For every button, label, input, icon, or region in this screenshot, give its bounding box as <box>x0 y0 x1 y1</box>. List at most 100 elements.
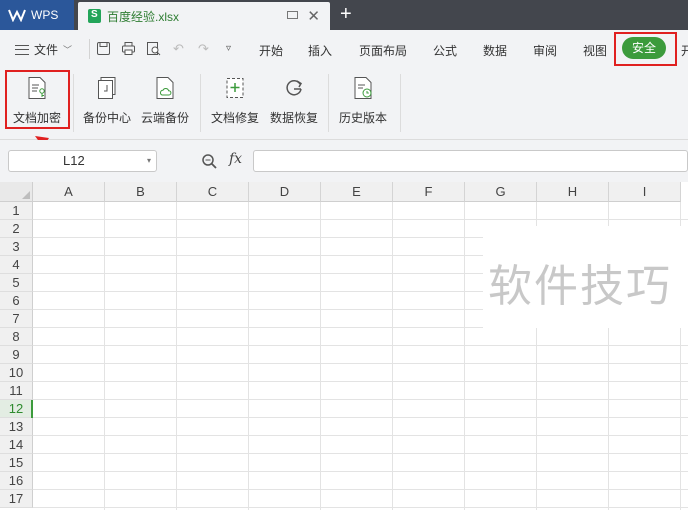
history-version-label: 历史版本 <box>338 111 387 125</box>
row-gridline <box>33 417 688 418</box>
column-header[interactable]: A <box>33 182 105 202</box>
row-header[interactable]: 9 <box>0 346 33 364</box>
wps-home-tab[interactable]: WPS <box>0 0 74 30</box>
row-header[interactable]: 2 <box>0 220 33 238</box>
tab-view[interactable]: 视图 <box>583 42 607 59</box>
close-icon[interactable]: ✕ <box>307 7 320 25</box>
chevron-down-icon: ﹀ <box>63 45 73 55</box>
encrypt-button-highlight-box <box>5 70 70 129</box>
title-bar: WPS 百度经验.xlsx ✕ + <box>0 0 688 30</box>
tab-page-layout[interactable]: 页面布局 <box>359 42 407 59</box>
row-header[interactable]: 14 <box>0 436 33 454</box>
cloud-backup-label: 云端备份 <box>140 111 189 125</box>
cloud-backup-button[interactable]: 云端备份 <box>140 76 190 126</box>
column-header[interactable]: F <box>393 182 465 202</box>
row-gridline <box>33 345 688 346</box>
row-gridline <box>33 363 688 364</box>
dropdown-arrow-icon[interactable]: ▾ <box>147 151 151 171</box>
divider <box>328 74 329 132</box>
row-header[interactable]: 5 <box>0 274 33 292</box>
wps-logo-icon <box>8 9 26 22</box>
wps-tab-label: WPS <box>31 8 59 22</box>
row-gridline <box>33 453 688 454</box>
divider <box>200 74 201 132</box>
tab-formula[interactable]: 公式 <box>433 42 457 59</box>
spreadsheet-icon <box>88 9 101 23</box>
divider <box>73 74 74 132</box>
row-gridline <box>33 507 688 508</box>
customize-dropdown-icon[interactable]: ▿ <box>221 41 236 56</box>
document-tab[interactable]: 百度经验.xlsx ✕ <box>78 2 330 30</box>
column-header[interactable]: C <box>177 182 249 202</box>
divider <box>400 74 401 132</box>
tab-data[interactable]: 数据 <box>483 42 507 59</box>
row-gridline <box>33 489 688 490</box>
column-header[interactable]: H <box>537 182 609 202</box>
row-header[interactable]: 17 <box>0 490 33 508</box>
row-header[interactable]: 13 <box>0 418 33 436</box>
ribbon-toolbar: 文档加密 备份中心 云端备份 文档修复 数据恢复 历史版本 <box>0 68 688 140</box>
tab-insert[interactable]: 插入 <box>308 42 332 59</box>
formula-bar: L12 ▾ fx <box>0 148 688 182</box>
column-header[interactable]: G <box>465 182 537 202</box>
data-recovery-button[interactable]: 数据恢复 <box>268 76 320 126</box>
row-header[interactable]: 12 <box>0 400 33 418</box>
print-preview-icon[interactable] <box>146 41 161 56</box>
backup-center-button[interactable]: 备份中心 <box>82 76 132 126</box>
column-gridline <box>392 202 393 510</box>
backup-center-label: 备份中心 <box>82 111 131 125</box>
save-icon[interactable] <box>96 41 111 56</box>
file-menu-button[interactable]: 文件 ﹀ <box>15 41 72 58</box>
row-header[interactable]: 15 <box>0 454 33 472</box>
row-gridline <box>33 219 688 220</box>
row-header[interactable]: 10 <box>0 364 33 382</box>
backup-icon <box>98 77 116 99</box>
row-header[interactable]: 3 <box>0 238 33 256</box>
select-all-corner[interactable] <box>0 182 33 202</box>
row-header[interactable]: 11 <box>0 382 33 400</box>
cloud-document-icon <box>156 77 174 99</box>
zoom-search-icon[interactable] <box>201 153 217 169</box>
insert-function-icon[interactable]: fx <box>229 151 242 167</box>
tab-review[interactable]: 审阅 <box>533 42 557 59</box>
row-gridline <box>33 381 688 382</box>
name-box[interactable]: L12 ▾ <box>8 150 157 172</box>
data-recovery-label: 数据恢复 <box>269 111 318 125</box>
row-header[interactable]: 6 <box>0 292 33 310</box>
tab-cut-off[interactable]: 开 <box>681 42 688 59</box>
row-header[interactable]: 16 <box>0 472 33 490</box>
column-header[interactable]: E <box>321 182 393 202</box>
watermark-text: 软件技巧 <box>488 261 672 312</box>
row-gridline <box>33 399 688 400</box>
row-gridline <box>33 471 688 472</box>
tab-start[interactable]: 开始 <box>259 42 283 59</box>
cell-reference: L12 <box>63 153 85 168</box>
data-recovery-icon <box>286 80 303 96</box>
print-icon[interactable] <box>121 41 136 56</box>
row-header[interactable]: 1 <box>0 202 33 220</box>
formula-input[interactable] <box>253 150 688 172</box>
column-header[interactable]: D <box>249 182 321 202</box>
toolbar-spacer <box>0 140 688 148</box>
undo-icon[interactable]: ↶ <box>171 41 186 56</box>
divider <box>89 39 90 59</box>
redo-icon[interactable]: ↷ <box>196 41 211 56</box>
column-gridline <box>104 202 105 510</box>
row-gridline <box>33 435 688 436</box>
column-gridline <box>464 202 465 510</box>
document-name: 百度经验.xlsx <box>107 9 180 24</box>
column-gridline <box>320 202 321 510</box>
new-tab-plus-icon[interactable]: + <box>340 3 352 26</box>
column-gridline <box>176 202 177 510</box>
monitor-icon[interactable] <box>287 11 298 19</box>
document-repair-button[interactable]: 文档修复 <box>209 76 261 126</box>
column-header[interactable]: B <box>105 182 177 202</box>
document-repair-label: 文档修复 <box>210 111 259 125</box>
row-header[interactable]: 8 <box>0 328 33 346</box>
column-header[interactable]: I <box>609 182 681 202</box>
row-header[interactable]: 4 <box>0 256 33 274</box>
history-version-button[interactable]: 历史版本 <box>337 76 389 126</box>
history-document-icon <box>354 77 372 99</box>
document-repair-icon <box>226 78 244 98</box>
row-header[interactable]: 7 <box>0 310 33 328</box>
